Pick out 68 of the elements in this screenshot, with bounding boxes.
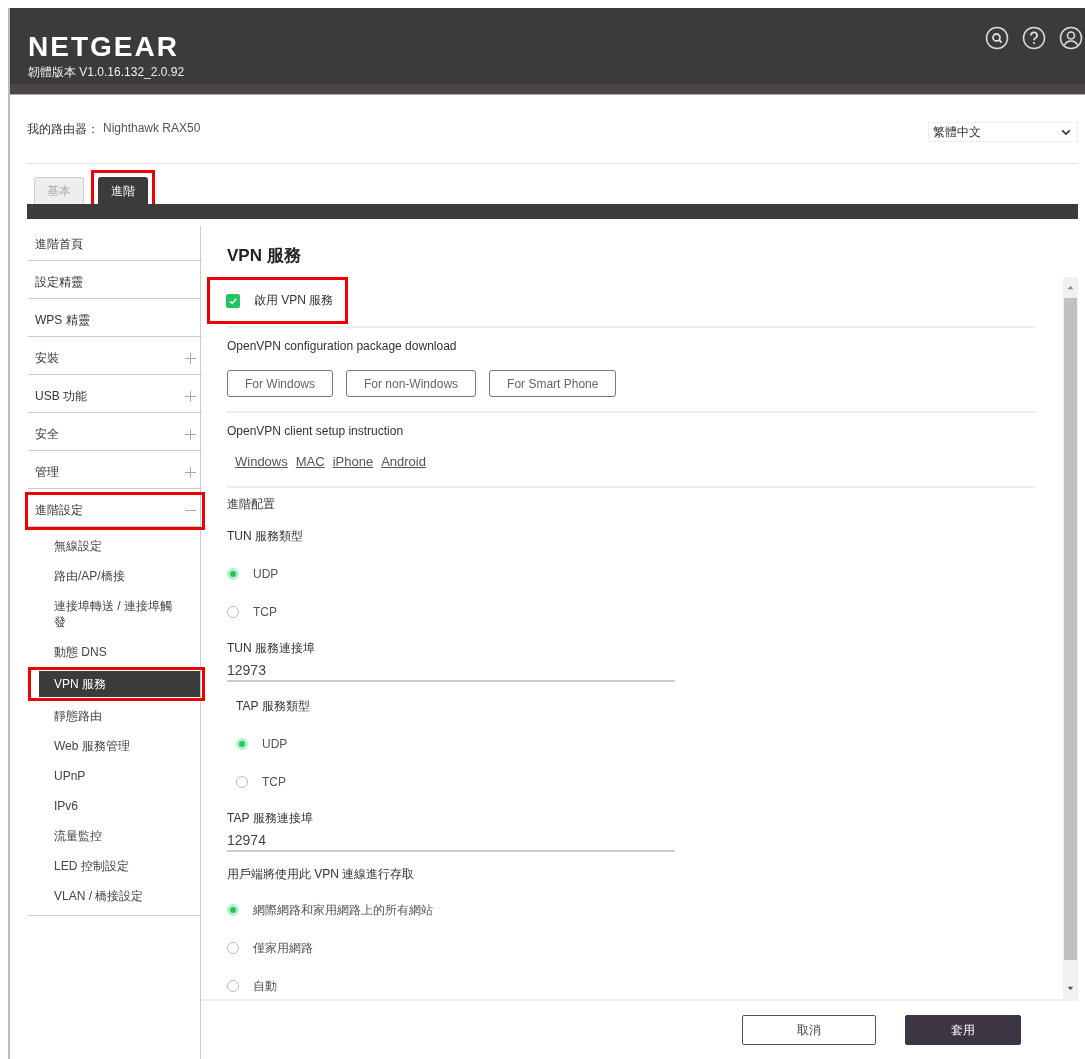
instruction-link[interactable]: Android xyxy=(381,454,426,469)
router-label: 我的路由器： xyxy=(27,120,99,138)
radio-button[interactable] xyxy=(227,980,239,992)
firmware-version: 韌體版本 V1.0.16.132_2.0.92 xyxy=(28,64,185,81)
sidebar-item[interactable]: WPS 精靈 xyxy=(28,305,202,337)
search-icon[interactable] xyxy=(985,26,1009,50)
radio-button[interactable] xyxy=(227,942,239,954)
sidebar-item[interactable]: 設定精靈 xyxy=(28,267,202,299)
sidebar-item[interactable]: 進階首頁 xyxy=(28,229,202,261)
checkbox[interactable] xyxy=(226,293,240,308)
radio-button[interactable] xyxy=(227,606,239,618)
sidebar-subitem[interactable]: 動態 DNS xyxy=(39,641,179,663)
footer-button[interactable]: 套用 xyxy=(905,1015,1021,1045)
field-label: TAP 服務連接埠 xyxy=(227,810,314,826)
scrollbar[interactable] xyxy=(1063,277,1078,999)
sidebar-subitem[interactable]: UPnP xyxy=(39,765,179,787)
field-label: 用戶端將使用此 VPN 連線進行存取 xyxy=(227,866,416,882)
field-label: TAP 服務類型 xyxy=(236,698,311,714)
sidebar-subitem[interactable]: 無線設定 xyxy=(39,535,179,557)
sidebar-subitem[interactable]: 連接埠轉送 / 連接埠觸發 xyxy=(39,595,179,633)
sidebar-item[interactable]: 進階設定 xyxy=(28,495,202,527)
radio-label: 自動 xyxy=(253,977,277,995)
download-button[interactable]: For Windows xyxy=(227,370,333,397)
footer-button[interactable]: 取消 xyxy=(742,1015,876,1045)
sidebar-item[interactable]: 安裝 xyxy=(28,343,202,375)
section-label: OpenVPN configuration package download xyxy=(227,338,458,354)
radio-button[interactable] xyxy=(227,568,239,580)
radio-label: TCP xyxy=(262,775,286,789)
download-button[interactable]: For Smart Phone xyxy=(489,370,617,397)
radio-label: 網際網路和家用網路上的所有網站 xyxy=(253,901,433,919)
scroll-down-icon[interactable] xyxy=(1066,984,1075,993)
radio-label: 僅家用網路 xyxy=(253,939,313,957)
radio-button[interactable] xyxy=(236,776,248,788)
sidebar-subitem[interactable]: 路由/AP/橋接 xyxy=(39,565,179,587)
sidebar-subitem[interactable]: LED 控制設定 xyxy=(39,855,179,877)
help-icon[interactable] xyxy=(1022,26,1046,50)
page-title: VPN 服務 xyxy=(227,245,302,267)
sidebar-subitem[interactable]: Web 服務管理 xyxy=(39,735,179,757)
sidebar-subitem[interactable]: 流量監控 xyxy=(39,825,179,847)
logo: NETGEAR xyxy=(28,32,180,62)
sidebar-subitem[interactable]: VLAN / 橋接設定 xyxy=(39,885,179,907)
user-icon[interactable] xyxy=(1059,26,1083,50)
checkbox-label: 啟用 VPN 服務 xyxy=(254,292,334,309)
field-label: TUN 服務連接埠 xyxy=(227,640,316,656)
scrollbar-thumb[interactable] xyxy=(1064,298,1077,960)
sidebar-subitem[interactable]: IPv6 xyxy=(39,795,179,817)
download-button[interactable]: For non-Windows xyxy=(346,370,477,397)
sidebar-item[interactable]: 安全 xyxy=(28,419,202,451)
field-label: TUN 服務類型 xyxy=(227,528,304,544)
sidebar-item[interactable]: 管理 xyxy=(28,457,202,489)
radio-button[interactable] xyxy=(227,904,239,916)
router-name: Nighthawk RAX50 xyxy=(103,120,201,137)
sidebar-subitem[interactable]: 靜態路由 xyxy=(39,705,179,727)
section-heading: 進階配置 xyxy=(227,496,276,512)
radio-label: UDP xyxy=(262,737,288,751)
chevron-down-icon xyxy=(1061,128,1071,136)
instruction-link[interactable]: Windows xyxy=(235,454,288,469)
radio-button[interactable] xyxy=(236,738,248,750)
sidebar-item[interactable]: USB 功能 xyxy=(28,381,202,413)
tab[interactable]: 進階 xyxy=(98,177,148,204)
section-label: OpenVPN client setup instruction xyxy=(227,423,405,439)
radio-label: UDP xyxy=(253,567,279,581)
radio-label: TCP xyxy=(253,605,277,619)
sidebar-subitem[interactable]: VPN 服務 xyxy=(39,671,200,697)
scroll-up-icon[interactable] xyxy=(1066,283,1075,292)
instruction-link[interactable]: MAC xyxy=(295,454,325,469)
instruction-link[interactable]: iPhone xyxy=(332,454,374,469)
language-select[interactable]: 繁體中文 xyxy=(928,122,1078,142)
